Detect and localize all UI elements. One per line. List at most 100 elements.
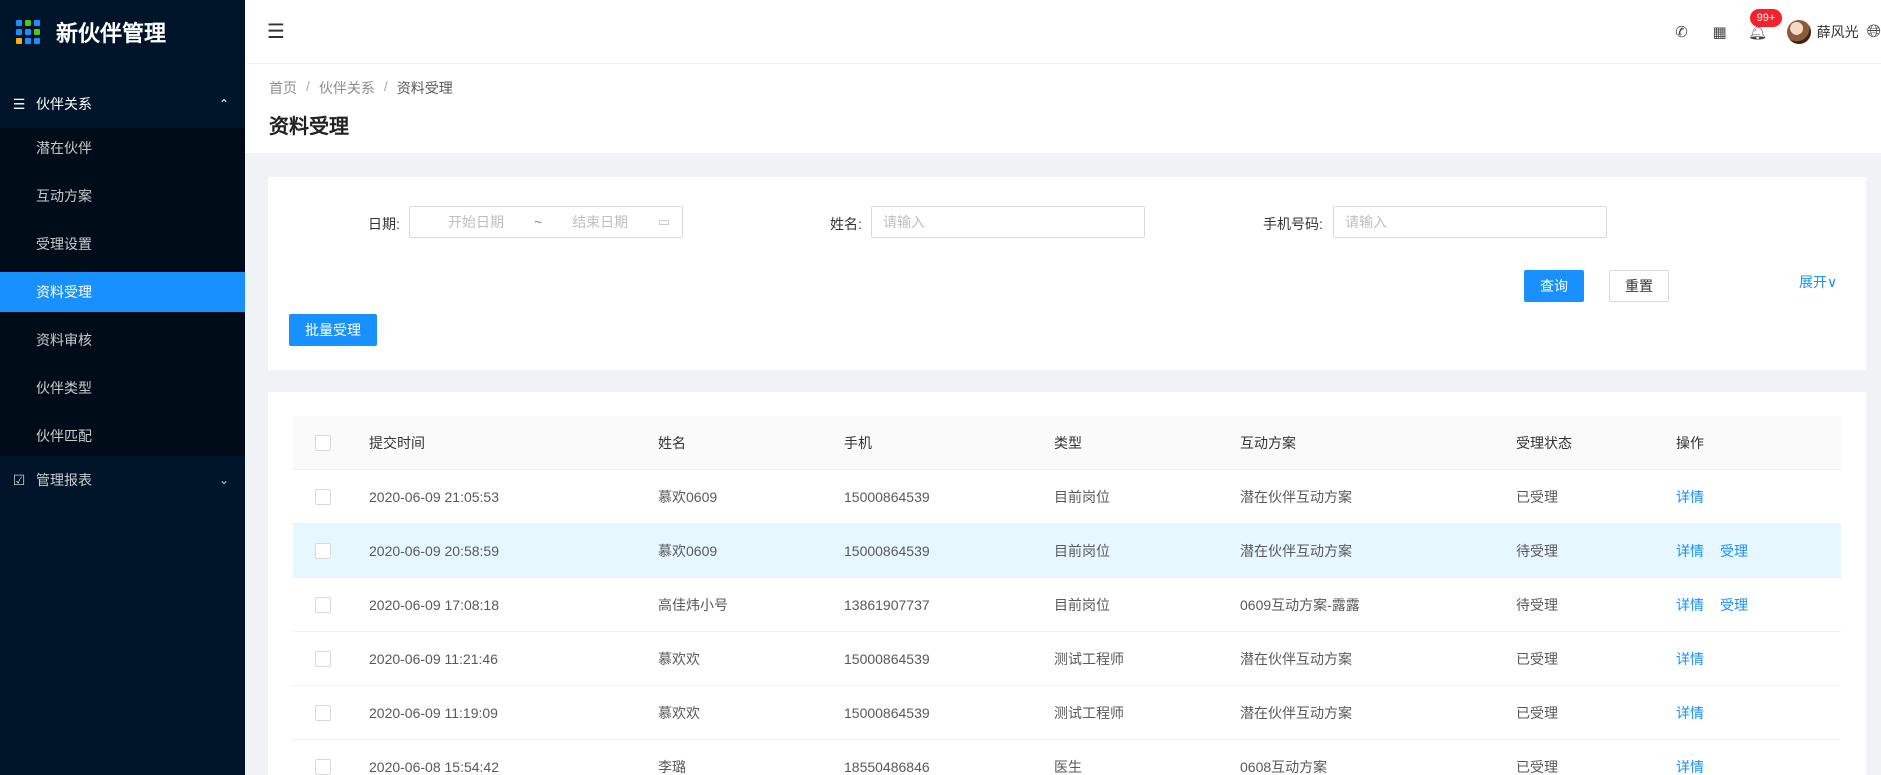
cell-type: 目前岗位 [1054,596,1110,613]
cell-submit-time: 2020-06-09 17:08:18 [369,596,499,613]
table-row[interactable]: 2020-06-09 20:58:59 慕欢0609 15000864539 目前岗位… [293,524,1841,578]
menu-fold-icon[interactable]: ☰ [267,19,285,44]
apps-icon[interactable]: ▦ [1701,23,1739,41]
username[interactable]: 薛风光 [1817,22,1859,42]
cell-plan: 潜在伙伴互动方案 [1240,542,1352,559]
cell-submit-time: 2020-06-08 15:54:42 [369,758,499,775]
expand-toggle[interactable]: 展开∨ [1799,272,1837,292]
sidebar-item-interaction-plans[interactable]: 互动方案 [0,176,245,216]
start-date-placeholder: 开始日期 [448,214,504,230]
row-checkbox[interactable] [315,759,331,775]
cell-status: 已受理 [1516,704,1558,721]
breadcrumb: 首页 / 伙伴关系 / 资料受理 [269,78,1857,98]
chevron-down-icon: ⌄ [218,473,229,487]
detail-link[interactable]: 详情 [1676,597,1704,613]
cell-name: 慕欢欢 [658,650,700,667]
row-checkbox[interactable] [315,705,331,722]
cell-submit-time: 2020-06-09 11:19:09 [369,704,498,721]
menu-group-partner-relations[interactable]: ☰ 伙伴关系 ⌃ [0,80,245,128]
batch-accept-button[interactable]: 批量受理 [289,314,377,346]
cell-actions: 详情 受理 [1676,595,1841,615]
reset-button[interactable]: 重置 [1609,270,1669,302]
cell-phone: 15000864539 [844,704,930,721]
cell-status: 待受理 [1516,542,1558,559]
sidebar-item-acceptance-settings[interactable]: 受理设置 [0,224,245,264]
globe-icon[interactable]: 🌐︎ [1867,21,1881,42]
name-label: 姓名: [830,216,862,232]
table-row[interactable]: 2020-06-09 17:08:18 高佳炜小号 13861907737 目前岗位 0… [293,578,1841,632]
avatar[interactable] [1786,19,1811,44]
table-row[interactable]: 2020-06-09 11:21:46 慕欢欢 15000864539 测试工程师 潜在… [293,632,1841,686]
menu-icon: ☰ [12,95,26,112]
cell-phone: 18550486846 [844,758,930,775]
table-row[interactable]: 2020-06-09 11:19:09 慕欢欢 15000864539 测试工程师 潜在… [293,686,1841,740]
col-header-submit-time: 提交时间 [369,434,425,451]
row-checkbox[interactable] [315,543,331,560]
chevron-down-icon: ∨ [1827,274,1838,290]
breadcrumb-home[interactable]: 首页 [269,78,297,98]
submenu: 潜在伙伴 互动方案 受理设置 资料受理 资料审核 伙伴类型 伙伴匹配 [0,128,245,456]
expand-label: 展开 [1799,274,1827,290]
cell-submit-time: 2020-06-09 11:21:46 [369,650,498,667]
table-header-row: 提交时间 姓名 手机 类型 互动方案 受理状态 操作 [293,416,1841,470]
date-label: 日期: [368,216,400,232]
menu-group-reports[interactable]: ☑ 管理报表 ⌄ [0,456,245,504]
cell-plan: 0609互动方案-露露 [1240,596,1360,613]
col-header-phone: 手机 [844,434,872,451]
row-checkbox[interactable] [315,597,331,614]
table-row[interactable]: 2020-06-09 21:05:53 慕欢0609 15000864539 目前岗位… [293,470,1841,524]
cell-actions: 详情 [1676,487,1841,507]
sidebar-item-data-acceptance[interactable]: 资料受理 [0,272,245,312]
select-all-checkbox[interactable] [315,435,331,452]
col-header-type: 类型 [1054,434,1082,451]
detail-link[interactable]: 详情 [1676,759,1704,775]
row-checkbox[interactable] [315,489,331,506]
accept-link[interactable]: 受理 [1720,543,1748,559]
cell-type: 目前岗位 [1054,488,1110,505]
breadcrumb-separator: / [306,78,310,94]
table-panel: 提交时间 姓名 手机 类型 互动方案 受理状态 操作 2020-06-09 21… [268,392,1866,775]
app-grid-icon [16,20,40,44]
query-button[interactable]: 查询 [1524,270,1584,302]
cell-type: 目前岗位 [1054,542,1110,559]
detail-link[interactable]: 详情 [1676,489,1704,505]
table-body: 2020-06-09 21:05:53 慕欢0609 15000864539 目前岗位… [293,470,1841,775]
top-header: ☰ ✆ ▦ 🔔︎ 99+ 薛风光 🌐︎ [245,0,1881,64]
cell-phone: 15000864539 [844,488,930,505]
sidebar-item-partner-matching[interactable]: 伙伴匹配 [0,416,245,456]
cell-name: 慕欢0609 [658,542,718,559]
phone-icon[interactable]: ✆ [1663,23,1701,41]
row-checkbox[interactable] [315,651,331,668]
accept-link[interactable]: 受理 [1720,597,1748,613]
cell-name: 高佳炜小号 [658,596,728,613]
data-table: 提交时间 姓名 手机 类型 互动方案 受理状态 操作 2020-06-09 21… [293,416,1841,775]
cell-type: 医生 [1054,758,1082,775]
sidebar-item-data-review[interactable]: 资料审核 [0,320,245,360]
menu-group-label: 管理报表 [36,472,92,488]
detail-link[interactable]: 详情 [1676,543,1704,559]
detail-link[interactable]: 详情 [1676,651,1704,667]
cell-submit-time: 2020-06-09 20:58:59 [369,542,499,559]
date-range-picker[interactable]: 开始日期 ~ 结束日期 ▭ [409,206,683,238]
col-header-plan: 互动方案 [1240,434,1296,451]
notification-badge: 99+ [1749,8,1783,27]
breadcrumb-partner-relations[interactable]: 伙伴关系 [319,78,375,98]
cell-plan: 潜在伙伴互动方案 [1240,650,1352,667]
cell-status: 已受理 [1516,650,1558,667]
col-header-status: 受理状态 [1516,434,1572,451]
cell-phone: 13861907737 [844,596,930,613]
phone-input[interactable] [1333,206,1607,238]
cell-actions: 详情 受理 [1676,541,1841,561]
cell-name: 慕欢0609 [658,488,718,505]
cell-status: 已受理 [1516,488,1558,505]
table-row[interactable]: 2020-06-08 15:54:42 李璐 18550486846 医生 0608互动… [293,740,1841,775]
sidebar-item-partner-types[interactable]: 伙伴类型 [0,368,245,408]
detail-link[interactable]: 详情 [1676,705,1704,721]
cell-plan: 潜在伙伴互动方案 [1240,704,1352,721]
cell-status: 已受理 [1516,758,1558,775]
name-input[interactable] [871,206,1145,238]
sidebar-item-potential-partners[interactable]: 潜在伙伴 [0,128,245,168]
logo[interactable]: 新伙伴管理 [0,0,245,64]
notification-button[interactable]: 🔔︎ 99+ [1739,8,1783,41]
calendar-icon: ▭ [657,214,670,229]
